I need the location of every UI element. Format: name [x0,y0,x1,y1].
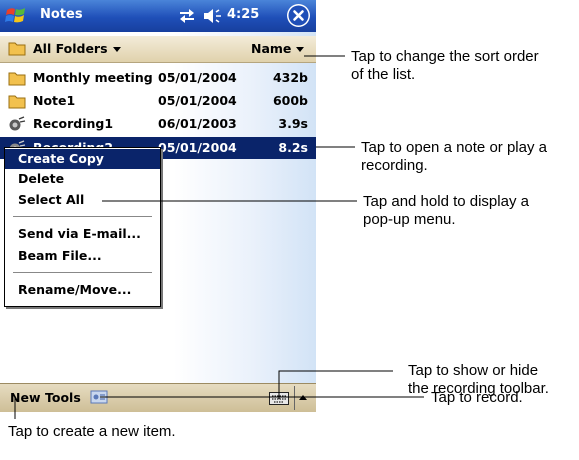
callout-record: Tap to record. [431,389,523,406]
callout-hold: Tap and hold to display a pop-up menu. [363,193,529,228]
callout-new-item: Tap to create a new item. [8,423,176,440]
callout-sort: Tap to change the sort order of the list… [351,48,539,83]
callout-open: Tap to open a note or play a recording. [361,139,547,174]
callout-line-toolbar [278,370,393,399]
